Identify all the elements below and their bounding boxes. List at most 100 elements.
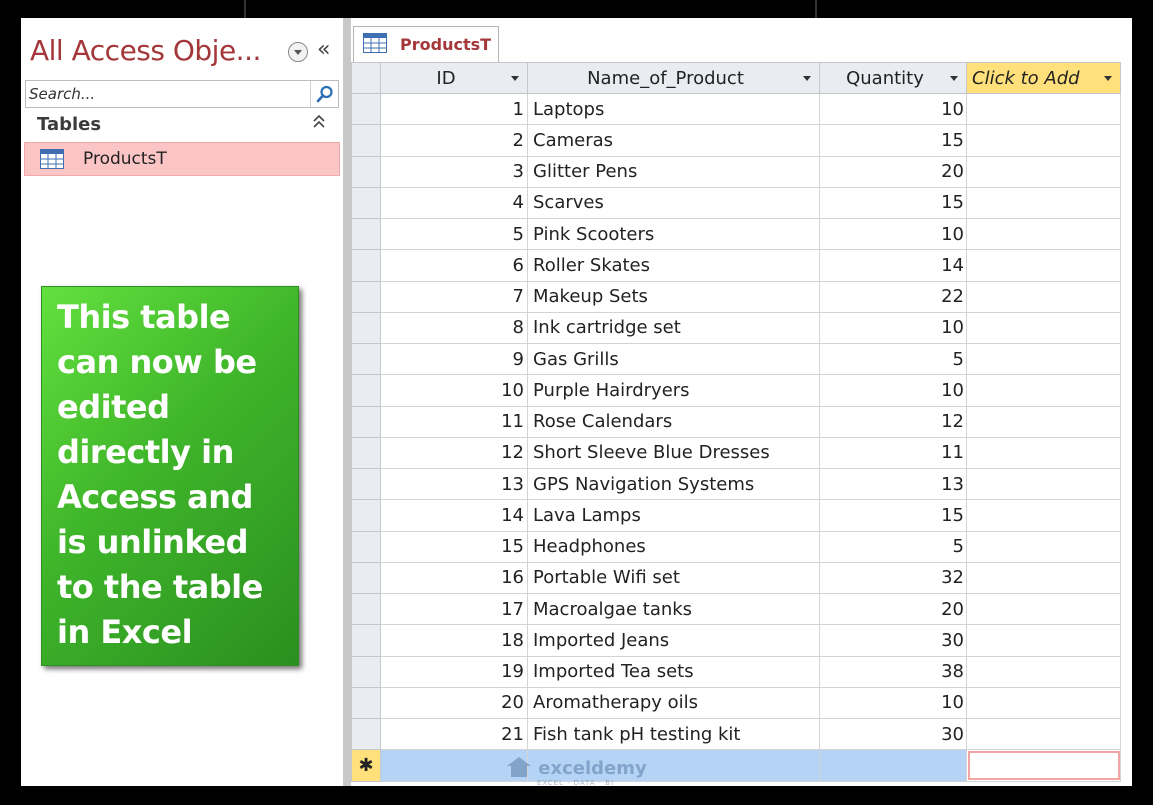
cell-click-to-add[interactable]	[966, 561, 1121, 595]
cell-id[interactable]: 20	[380, 686, 528, 720]
dropdown-arrow-icon[interactable]	[803, 76, 811, 81]
table-row[interactable]: 15 Headphones 5	[351, 530, 1121, 563]
table-row[interactable]: 9 Gas Grills 5	[351, 342, 1121, 376]
cell-quantity[interactable]: 13	[819, 467, 967, 501]
table-row[interactable]: 10 Purple Hairdryers 10	[351, 374, 1121, 407]
record-selector[interactable]	[351, 124, 381, 157]
nav-item-productst[interactable]: ProductsT	[24, 142, 340, 176]
cell-click-to-add[interactable]	[966, 467, 1121, 501]
tab-productst[interactable]: ProductsT	[353, 26, 499, 62]
select-all-corner[interactable]	[351, 62, 381, 94]
new-cell-name[interactable]	[527, 749, 820, 782]
record-selector[interactable]	[351, 686, 381, 720]
cell-quantity[interactable]: 10	[819, 217, 967, 251]
cell-quantity[interactable]: 15	[819, 124, 967, 157]
cell-quantity[interactable]: 38	[819, 655, 967, 688]
nav-menu-dropdown-icon[interactable]	[288, 42, 308, 62]
record-selector[interactable]	[351, 186, 381, 220]
table-row[interactable]: 2 Cameras 15	[351, 124, 1121, 157]
record-selector[interactable]	[351, 499, 381, 532]
cell-name[interactable]: Scarves	[527, 186, 820, 220]
cell-click-to-add[interactable]	[966, 311, 1121, 345]
record-selector[interactable]	[351, 530, 381, 563]
cell-quantity[interactable]: 32	[819, 561, 967, 595]
cell-quantity[interactable]: 11	[819, 436, 967, 470]
cell-click-to-add[interactable]	[966, 405, 1121, 438]
record-selector[interactable]	[351, 467, 381, 501]
cell-name[interactable]: Makeup Sets	[527, 280, 820, 313]
new-cell-click-to-add[interactable]	[966, 749, 1121, 782]
collapse-group-icon[interactable]	[313, 114, 325, 133]
record-selector[interactable]	[351, 155, 381, 188]
cell-click-to-add[interactable]	[966, 342, 1121, 376]
cell-quantity[interactable]: 5	[819, 342, 967, 376]
nav-search-input[interactable]	[26, 81, 312, 107]
cell-id[interactable]: 7	[380, 280, 528, 313]
cell-name[interactable]: Cameras	[527, 124, 820, 157]
new-record-row[interactable]: ✱	[351, 749, 1121, 782]
cell-click-to-add[interactable]	[966, 592, 1121, 626]
table-row[interactable]: 1 Laptops 10	[351, 92, 1121, 126]
cell-click-to-add[interactable]	[966, 530, 1121, 563]
pane-splitter[interactable]	[343, 18, 351, 786]
cell-click-to-add[interactable]	[966, 155, 1121, 188]
cell-quantity[interactable]: 10	[819, 311, 967, 345]
new-cell-quantity[interactable]	[819, 749, 967, 782]
cell-name[interactable]: GPS Navigation Systems	[527, 467, 820, 501]
cell-name[interactable]: Pink Scooters	[527, 217, 820, 251]
cell-quantity[interactable]: 15	[819, 499, 967, 532]
cell-name[interactable]: Fish tank pH testing kit	[527, 717, 820, 751]
cell-quantity[interactable]: 10	[819, 686, 967, 720]
cell-name[interactable]: Portable Wifi set	[527, 561, 820, 595]
cell-id[interactable]: 17	[380, 592, 528, 626]
cell-id[interactable]: 1	[380, 92, 528, 126]
cell-quantity[interactable]: 15	[819, 186, 967, 220]
cell-id[interactable]: 2	[380, 124, 528, 157]
shutter-bar-collapse-icon[interactable]: «	[317, 37, 330, 62]
table-row[interactable]: 19 Imported Tea sets 38	[351, 655, 1121, 688]
record-selector[interactable]	[351, 217, 381, 251]
cell-click-to-add[interactable]	[966, 686, 1121, 720]
cell-name[interactable]: Imported Tea sets	[527, 655, 820, 688]
cell-name[interactable]: Aromatherapy oils	[527, 686, 820, 720]
search-icon[interactable]	[310, 81, 338, 107]
cell-id[interactable]: 8	[380, 311, 528, 345]
cell-quantity[interactable]: 30	[819, 717, 967, 751]
record-selector[interactable]	[351, 592, 381, 626]
column-header-id[interactable]: ID	[380, 62, 528, 94]
cell-id[interactable]: 21	[380, 717, 528, 751]
cell-name[interactable]: Gas Grills	[527, 342, 820, 376]
cell-quantity[interactable]: 20	[819, 155, 967, 188]
new-record-icon[interactable]: ✱	[351, 749, 381, 782]
table-row[interactable]: 6 Roller Skates 14	[351, 249, 1121, 282]
cell-click-to-add[interactable]	[966, 249, 1121, 282]
record-selector[interactable]	[351, 436, 381, 470]
record-selector[interactable]	[351, 342, 381, 376]
table-row[interactable]: 18 Imported Jeans 30	[351, 624, 1121, 657]
cell-id[interactable]: 19	[380, 655, 528, 688]
cell-id[interactable]: 14	[380, 499, 528, 532]
record-selector[interactable]	[351, 92, 381, 126]
table-row[interactable]: 13 GPS Navigation Systems 13	[351, 467, 1121, 501]
cell-name[interactable]: Macroalgae tanks	[527, 592, 820, 626]
record-selector[interactable]	[351, 624, 381, 657]
cell-id[interactable]: 13	[380, 467, 528, 501]
cell-quantity[interactable]: 20	[819, 592, 967, 626]
nav-group-tables[interactable]: Tables	[25, 112, 339, 138]
cell-click-to-add[interactable]	[966, 92, 1121, 126]
cell-click-to-add[interactable]	[966, 217, 1121, 251]
cell-click-to-add[interactable]	[966, 124, 1121, 157]
record-selector[interactable]	[351, 717, 381, 751]
table-row[interactable]: 12 Short Sleeve Blue Dresses 11	[351, 436, 1121, 470]
cell-name[interactable]: Imported Jeans	[527, 624, 820, 657]
cell-id[interactable]: 15	[380, 530, 528, 563]
cell-click-to-add[interactable]	[966, 280, 1121, 313]
cell-id[interactable]: 12	[380, 436, 528, 470]
record-selector[interactable]	[351, 561, 381, 595]
cell-id[interactable]: 9	[380, 342, 528, 376]
record-selector[interactable]	[351, 374, 381, 407]
record-selector[interactable]	[351, 311, 381, 345]
dropdown-arrow-icon[interactable]	[1104, 76, 1112, 81]
record-selector[interactable]	[351, 280, 381, 313]
cell-quantity[interactable]: 5	[819, 530, 967, 563]
